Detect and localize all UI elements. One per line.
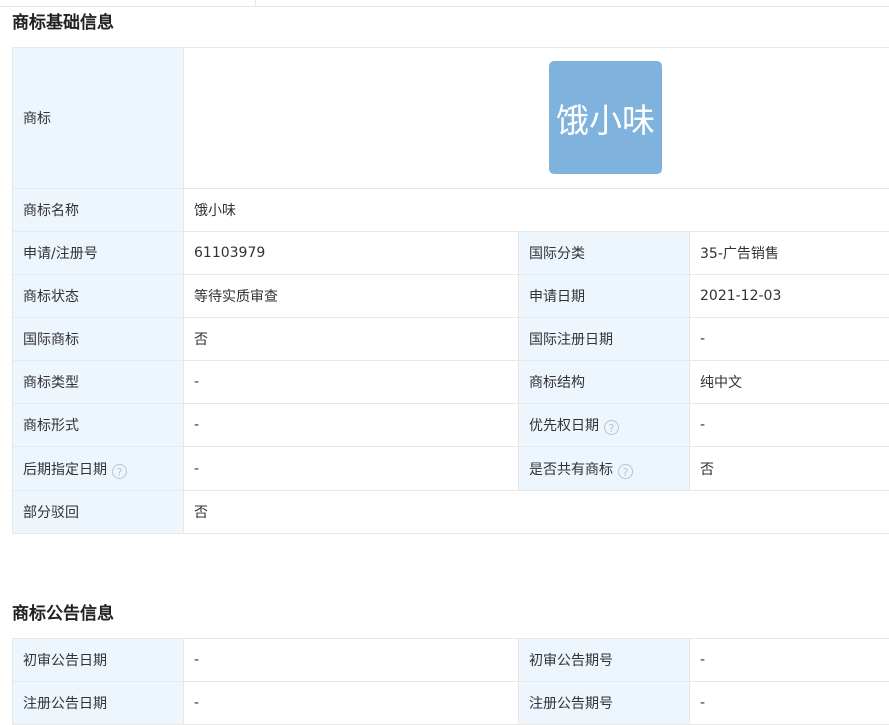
trademark-basic-table: 商标 饿小味 商标名称 饿小味 申请/注册号 61103979 国际分类 35-… <box>12 47 889 534</box>
value-trademark-name: 饿小味 <box>184 189 889 232</box>
label-partial-rejection: 部分驳回 <box>13 491 184 534</box>
label-priority-date-cell: 优先权日期? <box>519 404 690 447</box>
label-shared-trademark-cell: 是否共有商标? <box>519 447 690 491</box>
value-shared-trademark: 否 <box>690 447 889 491</box>
table-row: 商标 饿小味 <box>13 48 889 189</box>
label-priority-date: 优先权日期 <box>529 418 599 434</box>
value-trademark-type: - <box>184 361 519 404</box>
label-preliminary-notice-issue: 初审公告期号 <box>519 639 690 682</box>
table-row: 商标类型 - 商标结构 纯中文 <box>13 361 889 404</box>
top-tab-bar <box>0 0 889 7</box>
section-title-basic: 商标基础信息 <box>12 8 114 33</box>
table-row: 商标形式 - 优先权日期? - <box>13 404 889 447</box>
table-row: 申请/注册号 61103979 国际分类 35-广告销售 <box>13 232 889 275</box>
label-later-designation-date: 后期指定日期 <box>23 462 107 478</box>
label-trademark-type: 商标类型 <box>13 361 184 404</box>
label-international-class: 国际分类 <box>519 232 690 275</box>
table-row: 后期指定日期? - 是否共有商标? 否 <box>13 447 889 491</box>
table-row: 商标名称 饿小味 <box>13 189 889 232</box>
question-circle-icon[interactable]: ? <box>604 420 619 435</box>
question-circle-icon[interactable]: ? <box>112 464 127 479</box>
value-later-designation-date: - <box>184 447 519 491</box>
label-trademark-structure: 商标结构 <box>519 361 690 404</box>
value-partial-rejection: 否 <box>184 491 889 534</box>
value-registration-number: 61103979 <box>184 232 519 275</box>
question-circle-icon[interactable]: ? <box>618 464 633 479</box>
trademark-logo[interactable]: 饿小味 <box>549 61 662 174</box>
value-registration-notice-issue: - <box>690 682 889 725</box>
label-registration-number: 申请/注册号 <box>13 232 184 275</box>
value-preliminary-notice-issue: - <box>690 639 889 682</box>
top-tab[interactable] <box>0 0 256 6</box>
label-international-trademark: 国际商标 <box>13 318 184 361</box>
label-registration-notice-issue: 注册公告期号 <box>519 682 690 725</box>
value-international-trademark: 否 <box>184 318 519 361</box>
label-trademark-status: 商标状态 <box>13 275 184 318</box>
trademark-notice-table: 初审公告日期 - 初审公告期号 - 注册公告日期 - 注册公告期号 - <box>12 638 889 725</box>
table-row: 商标状态 等待实质审查 申请日期 2021-12-03 <box>13 275 889 318</box>
label-trademark-form: 商标形式 <box>13 404 184 447</box>
value-trademark-structure: 纯中文 <box>690 361 889 404</box>
label-application-date: 申请日期 <box>519 275 690 318</box>
value-international-registration-date: - <box>690 318 889 361</box>
value-trademark-form: - <box>184 404 519 447</box>
label-shared-trademark: 是否共有商标 <box>529 462 613 478</box>
label-trademark-name: 商标名称 <box>13 189 184 232</box>
value-international-class: 35-广告销售 <box>690 232 889 275</box>
label-preliminary-notice-date: 初审公告日期 <box>13 639 184 682</box>
table-row: 初审公告日期 - 初审公告期号 - <box>13 639 889 682</box>
label-international-registration-date: 国际注册日期 <box>519 318 690 361</box>
trademark-image-cell: 饿小味 <box>184 48 889 189</box>
value-application-date: 2021-12-03 <box>690 275 889 318</box>
table-row: 国际商标 否 国际注册日期 - <box>13 318 889 361</box>
value-priority-date: - <box>690 404 889 447</box>
label-later-designation-date-cell: 后期指定日期? <box>13 447 184 491</box>
value-registration-notice-date: - <box>184 682 519 725</box>
table-row: 注册公告日期 - 注册公告期号 - <box>13 682 889 725</box>
value-preliminary-notice-date: - <box>184 639 519 682</box>
table-row: 部分驳回 否 <box>13 491 889 534</box>
label-registration-notice-date: 注册公告日期 <box>13 682 184 725</box>
label-trademark: 商标 <box>13 48 184 189</box>
value-trademark-status: 等待实质审查 <box>184 275 519 318</box>
section-title-notice: 商标公告信息 <box>12 599 114 624</box>
